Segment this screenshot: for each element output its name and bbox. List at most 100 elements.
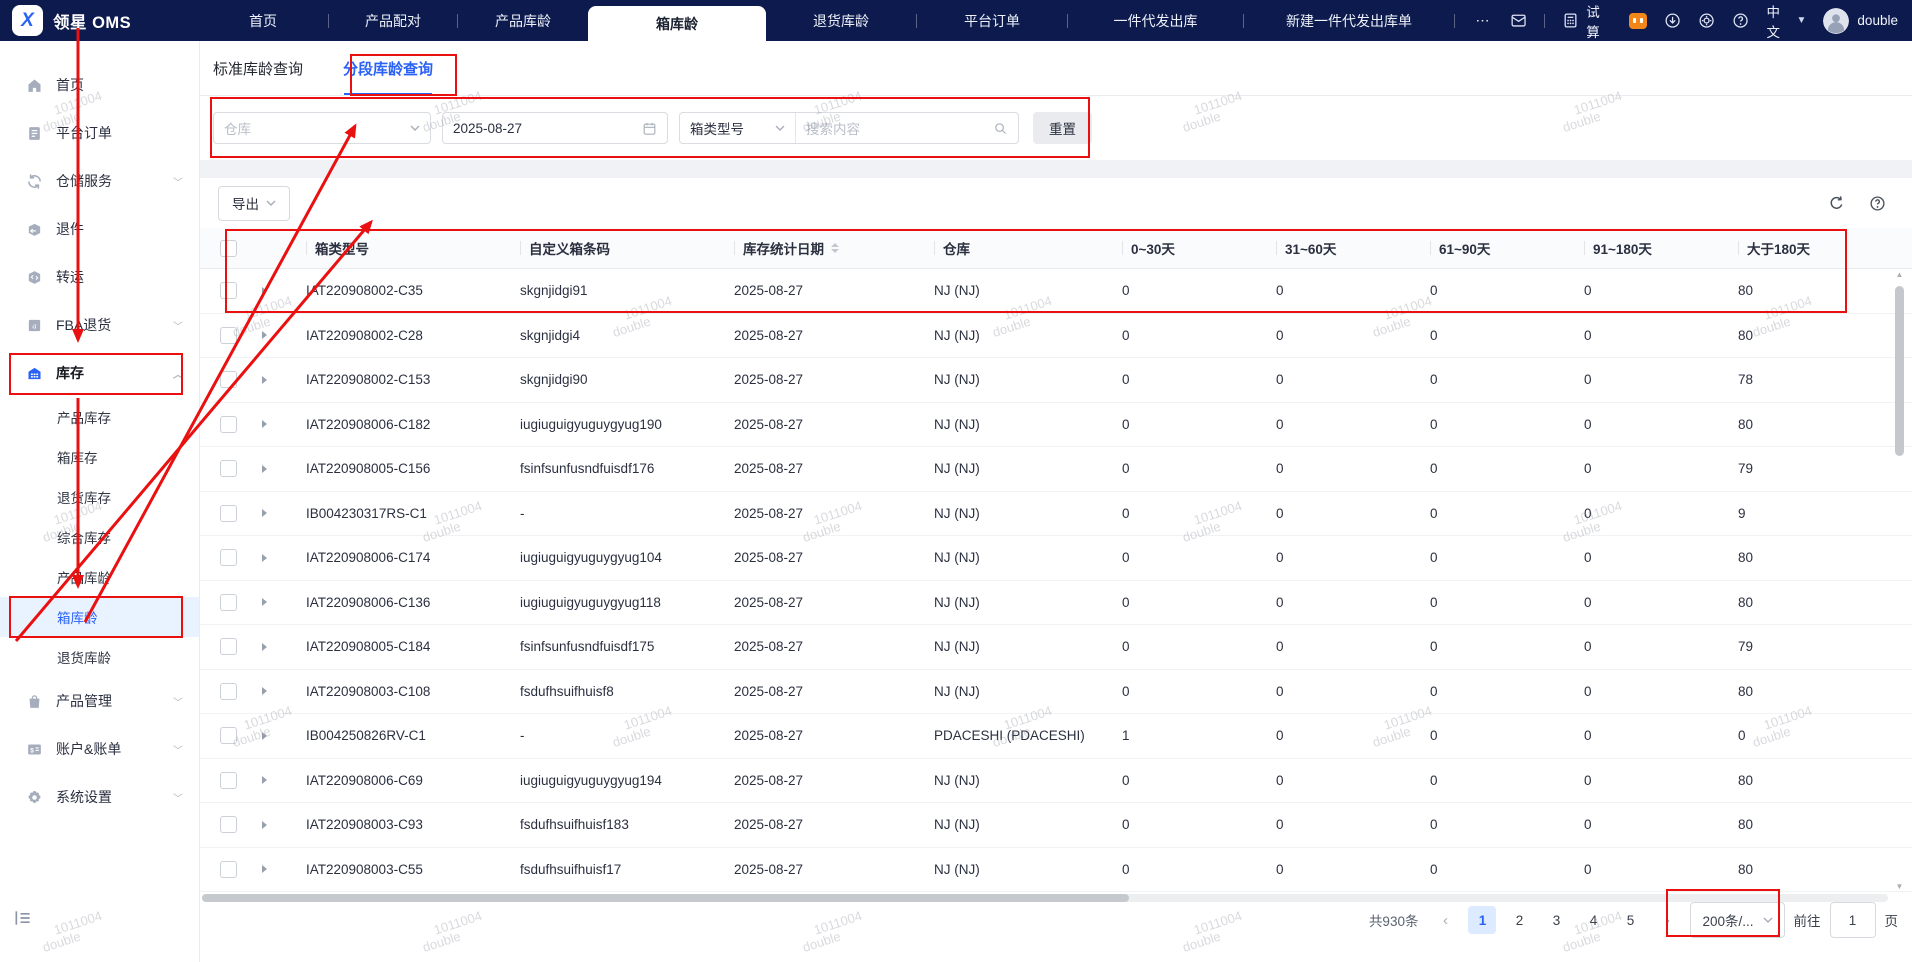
assistant-robot-icon[interactable] — [1628, 12, 1647, 29]
expand-row-icon[interactable] — [262, 464, 267, 473]
sidebar-item-home[interactable]: 首页 — [0, 61, 199, 109]
top-tab-product-age[interactable]: 产品库龄 — [458, 0, 588, 41]
column-header-3[interactable]: 自定义箱条码 — [512, 238, 726, 258]
vertical-scrollbar[interactable]: ▲ ▼ — [1894, 270, 1905, 892]
row-checkbox[interactable] — [220, 682, 237, 700]
trial-calc-button[interactable]: 试算 — [1562, 1, 1612, 41]
page-button-4[interactable]: 4 — [1579, 906, 1607, 934]
message-icon[interactable] — [1510, 12, 1527, 30]
sidebar-item-warehouse-service[interactable]: 仓储服务 ﹀ — [0, 157, 199, 205]
expand-row-icon[interactable] — [262, 820, 267, 829]
column-header-6[interactable]: 0~30天 — [1114, 238, 1268, 258]
row-checkbox[interactable] — [220, 727, 237, 745]
sidebar-subitem-return-age[interactable]: 退货库龄 — [0, 637, 199, 677]
sidebar-subitem-box-inventory[interactable]: 箱库存 — [0, 437, 199, 477]
expand-row-icon[interactable] — [262, 420, 267, 429]
row-checkbox[interactable] — [220, 860, 237, 878]
top-tab-return-age[interactable]: 退货库龄 — [766, 0, 916, 41]
sidebar-item-transfer[interactable]: 转运 — [0, 253, 199, 301]
settings-badge-icon[interactable] — [1698, 12, 1715, 30]
expand-row-icon[interactable] — [262, 286, 267, 295]
row-checkbox[interactable] — [220, 549, 237, 567]
download-icon[interactable] — [1664, 12, 1681, 30]
expand-row-icon[interactable] — [262, 375, 267, 384]
refresh-icon[interactable] — [1828, 195, 1845, 212]
date-input[interactable]: 2025-08-27 — [442, 112, 668, 144]
top-tab-box-age[interactable]: 箱库龄 — [588, 6, 766, 41]
language-switcher[interactable]: 中文 ▼ — [1766, 1, 1806, 41]
top-tab-new-dropship-outbound[interactable]: 新建一件代发出库单 — [1244, 0, 1454, 41]
prev-page-button[interactable]: ‹ — [1431, 906, 1459, 934]
sort-asc-icon[interactable] — [831, 242, 839, 247]
expand-row-icon[interactable] — [262, 776, 267, 785]
sidebar-item-inventory[interactable]: 库存 ︿ — [0, 349, 199, 397]
page-button-2[interactable]: 2 — [1505, 906, 1533, 934]
sidebar-subitem-combined-inventory[interactable]: 综合库存 — [0, 517, 199, 557]
sidebar-item-accounts-billing[interactable]: $ 账户&账单 ﹀ — [0, 725, 199, 773]
select-all-checkbox[interactable] — [220, 239, 237, 257]
expand-row-icon[interactable] — [262, 598, 267, 607]
row-checkbox[interactable] — [220, 816, 237, 834]
sidebar-item-platform-orders[interactable]: 平台订单 — [0, 109, 199, 157]
top-tab-dropship-outbound[interactable]: 一件代发出库 — [1068, 0, 1243, 41]
column-header-9[interactable]: 91~180天 — [1576, 238, 1730, 258]
sidebar-subitem-product-inventory[interactable]: 产品库存 — [0, 397, 199, 437]
top-tab-home[interactable]: 首页 — [198, 0, 328, 41]
scroll-down-icon[interactable]: ▼ — [1894, 882, 1905, 892]
tab-standard-age-query[interactable]: 标准库龄查询 — [213, 41, 303, 95]
column-header-7[interactable]: 31~60天 — [1268, 238, 1422, 258]
warehouse-select[interactable]: 仓库 — [213, 112, 431, 144]
page-button-3[interactable]: 3 — [1542, 906, 1570, 934]
row-checkbox[interactable] — [220, 771, 237, 789]
sidebar-item-returns[interactable]: 退件 — [0, 205, 199, 253]
column-header-2[interactable]: 箱类型号 — [298, 238, 512, 258]
sidebar-subitem-return-inventory[interactable]: 退货库存 — [0, 477, 199, 517]
expand-row-icon[interactable] — [262, 553, 267, 562]
export-button[interactable]: 导出 — [218, 185, 290, 221]
help-icon[interactable] — [1732, 12, 1749, 30]
column-header-5[interactable]: 仓库 — [926, 238, 1114, 258]
column-header-4[interactable]: 库存统计日期 — [726, 238, 926, 258]
column-header-8[interactable]: 61~90天 — [1422, 238, 1576, 258]
vertical-scrollbar-thumb[interactable] — [1895, 286, 1904, 456]
next-page-button[interactable]: › — [1653, 906, 1681, 934]
header-select-all[interactable] — [200, 239, 254, 257]
user-menu[interactable]: double — [1823, 7, 1898, 34]
sidebar-item-product-management[interactable]: 产品管理 ﹀ — [0, 677, 199, 725]
row-checkbox[interactable] — [220, 415, 237, 433]
sort-desc-icon[interactable] — [831, 249, 839, 254]
page-button-5[interactable]: 5 — [1616, 906, 1644, 934]
expand-row-icon[interactable] — [262, 687, 267, 696]
row-checkbox[interactable] — [220, 638, 237, 656]
horizontal-scrollbar-thumb[interactable] — [202, 894, 1130, 902]
row-checkbox[interactable] — [220, 504, 237, 522]
top-tab-more[interactable]: ⋯ — [1455, 0, 1510, 41]
page-button-1[interactable]: 1 — [1468, 906, 1497, 934]
expand-row-icon[interactable] — [262, 642, 267, 651]
row-checkbox[interactable] — [220, 326, 237, 344]
sidebar-collapse-icon[interactable] — [13, 908, 33, 926]
reset-button[interactable]: 重置 — [1033, 112, 1092, 144]
top-tab-product-pairing[interactable]: 产品配对 — [329, 0, 457, 41]
row-checkbox[interactable] — [220, 593, 237, 611]
sidebar-subitem-product-age[interactable]: 产品库龄 — [0, 557, 199, 597]
sidebar-item-fba-returns[interactable]: a FBA退货 ﹀ — [0, 301, 199, 349]
goto-page-input[interactable]: 1 — [1829, 902, 1876, 938]
row-checkbox[interactable] — [220, 371, 237, 389]
row-checkbox[interactable] — [220, 282, 237, 300]
expand-row-icon[interactable] — [262, 865, 267, 874]
column-header-10[interactable]: 大于180天 — [1730, 238, 1890, 258]
help-circle-icon[interactable] — [1869, 195, 1886, 212]
page-size-select[interactable]: 200条/... — [1690, 902, 1785, 938]
expand-row-icon[interactable] — [262, 331, 267, 340]
search-field-select[interactable]: 箱类型号 — [680, 113, 796, 143]
sidebar-subitem-box-age[interactable]: 箱库龄 — [0, 597, 199, 637]
scroll-up-icon[interactable]: ▲ — [1894, 270, 1905, 280]
row-checkbox[interactable] — [220, 460, 237, 478]
top-tab-platform-orders[interactable]: 平台订单 — [917, 0, 1067, 41]
expand-row-icon[interactable] — [262, 509, 267, 518]
sort-icons[interactable] — [831, 242, 839, 254]
tab-segmented-age-query[interactable]: 分段库龄查询 — [343, 41, 433, 95]
expand-row-icon[interactable] — [262, 731, 267, 740]
search-input[interactable]: 搜索内容 — [796, 113, 1018, 143]
